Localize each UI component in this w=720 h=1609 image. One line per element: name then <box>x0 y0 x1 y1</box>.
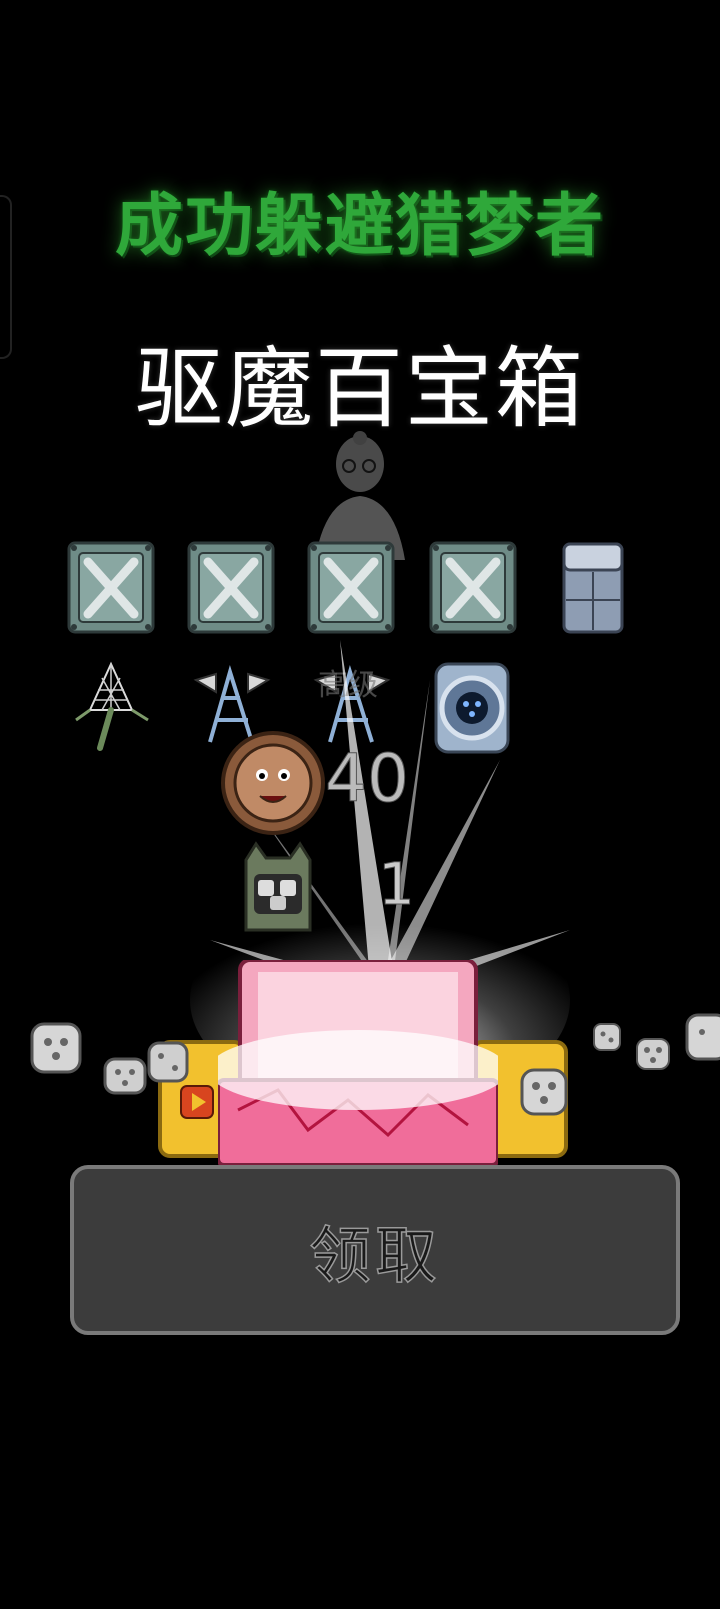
dice-icon <box>636 1038 670 1070</box>
wrench-crate-icon <box>67 541 155 634</box>
reward-amount-primary: 40 <box>325 740 410 818</box>
wrench-crate-icon <box>307 541 395 634</box>
chest-title: 驱魔百宝箱 <box>134 337 585 440</box>
monster-coin-icon <box>221 731 325 835</box>
dice-icon <box>103 1057 147 1095</box>
claim-button[interactable]: 领取 <box>70 1165 680 1335</box>
dice-icon <box>685 1013 720 1061</box>
cabinet-icon <box>562 542 624 634</box>
video-play-icon <box>180 1085 214 1119</box>
dice-icon <box>147 1041 189 1083</box>
claim-button-label: 领取 <box>308 1218 441 1293</box>
reward-amount-secondary: 1 <box>378 850 416 919</box>
treasure-chest-icon[interactable] <box>218 960 498 1165</box>
wrench-crate-icon <box>429 541 517 634</box>
dice-icon <box>520 1068 568 1116</box>
dice-monster-icon <box>244 841 312 932</box>
success-title: 成功躲避猎梦者 <box>114 187 605 266</box>
net-trap-icon <box>75 661 149 751</box>
wrench-crate-icon <box>187 541 275 634</box>
dice-icon <box>593 1023 621 1051</box>
dice-icon <box>30 1022 82 1074</box>
